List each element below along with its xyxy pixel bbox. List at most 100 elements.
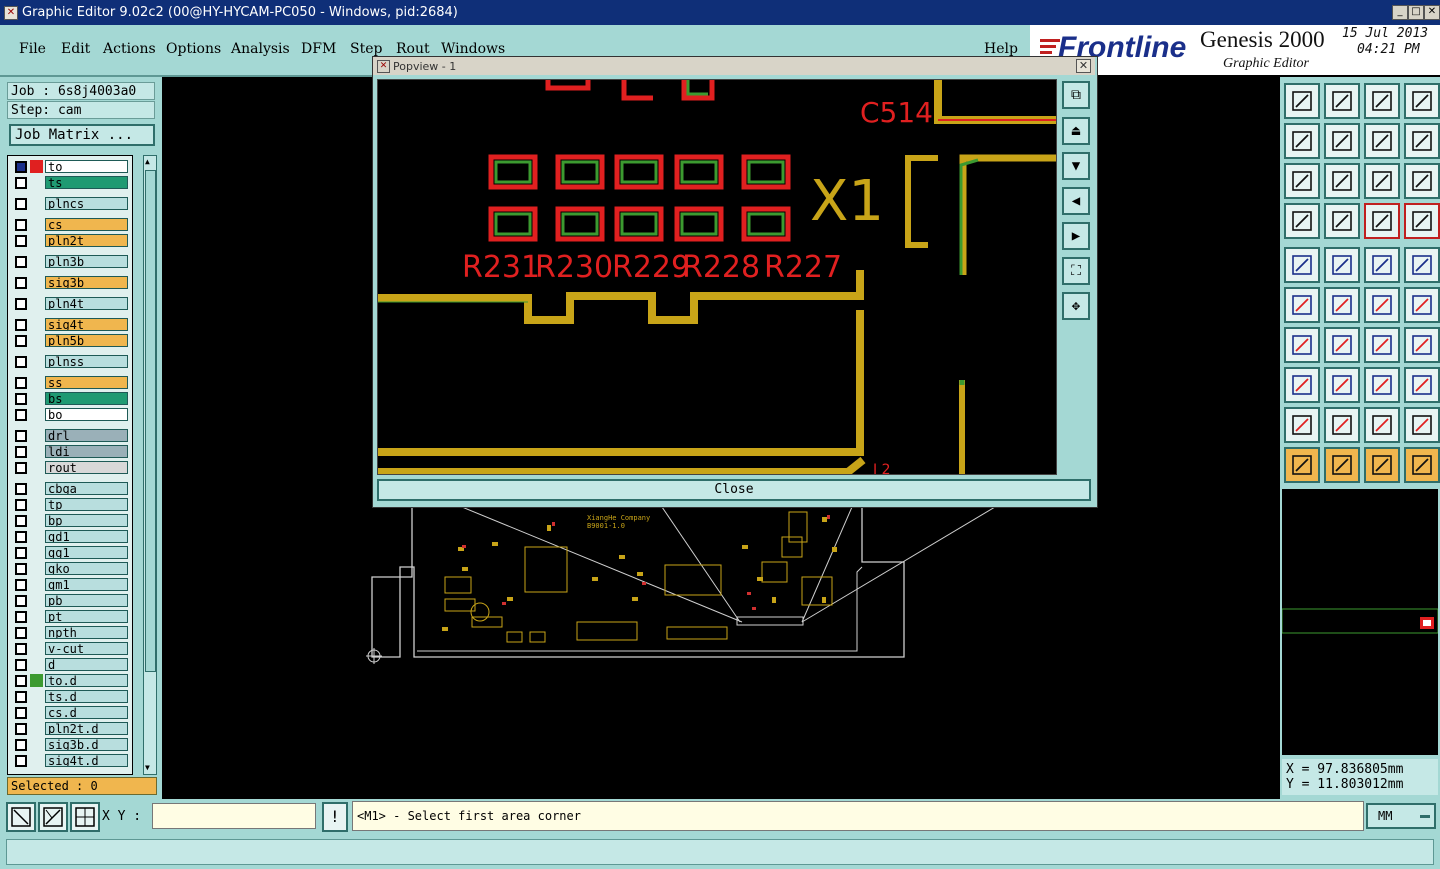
maximize-button[interactable]: □ xyxy=(1408,5,1424,20)
line-icon[interactable] xyxy=(1324,247,1360,283)
layer-row-bp[interactable]: bp xyxy=(10,513,130,528)
layer-name[interactable]: cs xyxy=(45,218,128,231)
layer-checkbox[interactable] xyxy=(15,319,27,331)
layer-checkbox[interactable] xyxy=(15,723,27,735)
layer-checkbox[interactable] xyxy=(15,393,27,405)
layer-checkbox[interactable] xyxy=(15,563,27,575)
layer-checkbox[interactable] xyxy=(15,298,27,310)
layer-checkbox[interactable] xyxy=(15,643,27,655)
select-4-icon[interactable] xyxy=(1404,447,1440,483)
layer-checkbox[interactable] xyxy=(15,483,27,495)
layer-row-sig3b[interactable]: sig3b xyxy=(10,275,130,290)
triangle-4-icon[interactable] xyxy=(1404,407,1440,443)
layer-row-gm1[interactable]: gm1 xyxy=(10,577,130,592)
select-2-icon[interactable] xyxy=(1324,447,1360,483)
layer-name[interactable]: plnss xyxy=(45,355,128,368)
layer-row-drl[interactable]: drl xyxy=(10,428,130,443)
layer-checkbox[interactable] xyxy=(15,198,27,210)
layer-name[interactable]: bs xyxy=(45,392,128,405)
layer-name[interactable]: pln3b xyxy=(45,255,128,268)
menu-actions[interactable]: Actions xyxy=(103,41,156,57)
popview-zoom-center-icon[interactable]: ✥ xyxy=(1062,292,1090,320)
layer-control-icon[interactable] xyxy=(1364,203,1400,239)
layer-checkbox[interactable] xyxy=(15,161,27,173)
layer-checkbox[interactable] xyxy=(15,739,27,751)
connect-icon[interactable] xyxy=(1284,287,1320,323)
layer-checkbox[interactable] xyxy=(15,515,27,527)
menu-rout[interactable]: Rout xyxy=(396,41,430,57)
scroll-up-icon[interactable]: ▲ xyxy=(145,157,154,167)
panel-left-icon[interactable] xyxy=(1284,123,1320,159)
popview-close-button[interactable]: Close xyxy=(377,479,1091,501)
snap-icon[interactable] xyxy=(38,802,68,832)
layer-row-pt[interactable]: pt xyxy=(10,609,130,624)
popview-pan-left-icon[interactable]: ◀ xyxy=(1062,187,1090,215)
layer-checkbox[interactable] xyxy=(15,277,27,289)
move-icon[interactable] xyxy=(1364,287,1400,323)
layer-row-ldi[interactable]: ldi xyxy=(10,444,130,459)
layer-name[interactable]: ts xyxy=(45,176,128,189)
layer-name[interactable]: ldi xyxy=(45,445,128,458)
menu-file[interactable]: File xyxy=(19,41,46,57)
layer-checkbox[interactable] xyxy=(15,219,27,231)
layer-row-ss[interactable]: ss xyxy=(10,375,130,390)
menu-windows[interactable]: Windows xyxy=(441,41,505,57)
grid-icon[interactable] xyxy=(70,802,100,832)
layer-row-pln3b[interactable]: pln3b xyxy=(10,254,130,269)
layer-checkbox[interactable] xyxy=(15,531,27,543)
layer-row-npth[interactable]: npth xyxy=(10,625,130,640)
layer-row-cbga[interactable]: cbga xyxy=(10,481,130,496)
layer-row-ts.d[interactable]: ts.d xyxy=(10,689,130,704)
home-icon[interactable] xyxy=(1364,83,1400,119)
layer-row-plnss[interactable]: plnss xyxy=(10,354,130,369)
popview-close-icon[interactable]: ✕ xyxy=(1076,59,1091,73)
layer-row-rout[interactable]: rout xyxy=(10,460,130,475)
panel-right-icon[interactable] xyxy=(1324,123,1360,159)
copy-icon[interactable] xyxy=(1404,287,1440,323)
pad-icon[interactable] xyxy=(1284,247,1320,283)
triangle-2-icon[interactable] xyxy=(1324,407,1360,443)
layer-row-v-cut[interactable]: v-cut xyxy=(10,641,130,656)
layer-name[interactable]: rout xyxy=(45,461,128,474)
layer-row-cs[interactable]: cs xyxy=(10,217,130,232)
layer-name[interactable]: cbga xyxy=(45,482,128,495)
zoom-center-icon[interactable] xyxy=(1324,163,1360,199)
layer-name[interactable]: sig3b.d xyxy=(45,738,128,751)
layer-name[interactable]: ts.d xyxy=(45,690,128,703)
layer-row-to.d[interactable]: to.d xyxy=(10,673,130,688)
layer-control-2-icon[interactable] xyxy=(1404,203,1440,239)
layer-name[interactable]: pt xyxy=(45,610,128,623)
menu-options[interactable]: Options xyxy=(166,41,221,57)
menu-analysis[interactable]: Analysis xyxy=(231,41,290,57)
layer-row-bo[interactable]: bo xyxy=(10,407,130,422)
layer-name[interactable]: cs.d xyxy=(45,706,128,719)
layer-checkbox[interactable] xyxy=(15,235,27,247)
popview-pan-right-icon[interactable]: ▶ xyxy=(1062,222,1090,250)
layer-name[interactable]: to.d xyxy=(45,674,128,687)
scale-1-2-icon[interactable] xyxy=(1364,163,1400,199)
split-view-icon[interactable] xyxy=(1404,83,1440,119)
layer-checkbox[interactable] xyxy=(15,462,27,474)
scroll-down-icon[interactable]: ▼ xyxy=(145,763,154,773)
layer-row-pln2t[interactable]: pln2t xyxy=(10,233,130,248)
layer-name[interactable]: sig4t.d xyxy=(45,754,128,767)
panel-top-icon[interactable] xyxy=(1284,83,1320,119)
layer-checkbox[interactable] xyxy=(15,177,27,189)
popview-zoom-fit-icon[interactable]: ⛶ xyxy=(1062,257,1090,285)
dropdown-icon[interactable] xyxy=(1420,815,1430,818)
layer-name[interactable]: gd1 xyxy=(45,530,128,543)
scroll-thumb[interactable] xyxy=(145,170,156,672)
layer-name[interactable]: sig3b xyxy=(45,276,128,289)
layer-checkbox[interactable] xyxy=(15,579,27,591)
layer-row-to[interactable]: to xyxy=(10,159,130,174)
xy-input[interactable] xyxy=(152,803,316,829)
panel-bottom-icon[interactable] xyxy=(1324,83,1360,119)
draw-line-icon[interactable] xyxy=(1324,327,1360,363)
layer-row-pln4t[interactable]: pln4t xyxy=(10,296,130,311)
close-window-button[interactable]: ✕ xyxy=(1424,5,1440,20)
layer-name[interactable]: pln4t xyxy=(45,297,128,310)
layer-name[interactable]: bo xyxy=(45,408,128,421)
layer-name[interactable]: pln5b xyxy=(45,334,128,347)
layer-name[interactable]: d xyxy=(45,658,128,671)
popview-pan-down-icon[interactable]: ▼ xyxy=(1062,152,1090,180)
